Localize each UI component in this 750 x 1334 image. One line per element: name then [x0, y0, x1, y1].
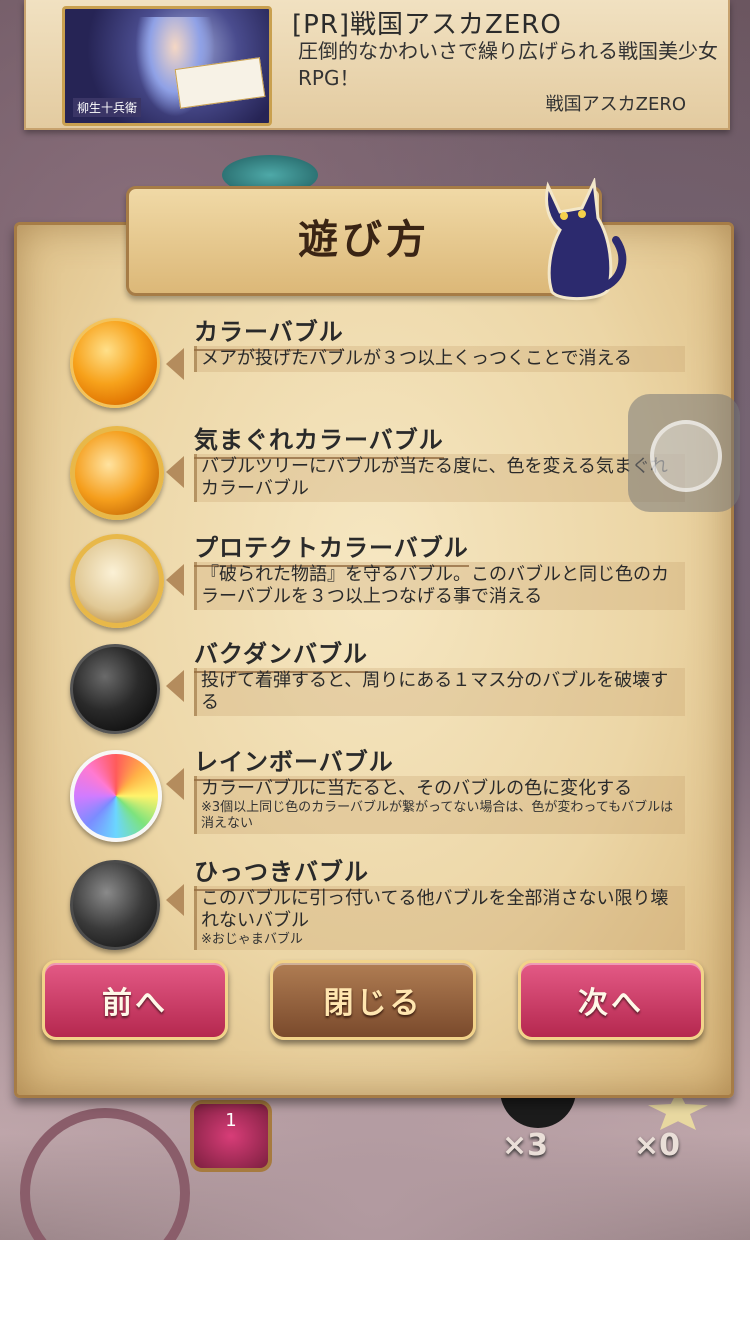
ad-description: 圧倒的なかわいさで繰り広げられる戦国美少女RPG！ [298, 39, 718, 90]
bubble-counter-value: 1 [225, 1110, 237, 1131]
bottom-bar [0, 1240, 750, 1334]
sticky-bubble-icon [70, 860, 160, 950]
pointer-arrow [166, 768, 184, 800]
bomb-bubble-icon [70, 644, 160, 734]
dialog-title: 遊び方 [298, 217, 430, 263]
item-description: 投げて着弾すると、周りにある１マス分のバブルを破壊する [194, 668, 685, 716]
item-note: ※おじゃまバブル [201, 932, 303, 947]
item-description-text: バブルツリーにバブルが当たる度に、色を変える気まぐれカラーバブル [201, 456, 668, 499]
black-cat-icon [545, 178, 627, 301]
ad-sponsor: 戦国アスカZERO [545, 94, 686, 115]
whimsical-bubble-icon [70, 426, 164, 520]
item-description: カラーバブルに当たると、そのバブルの色に変化する ※3個以上同じ色のカラーバブル… [194, 776, 685, 834]
ad-thumbnail[interactable]: 柳生十兵衛 [62, 6, 272, 126]
item-note: ※3個以上同じ色のカラーバブルが繋がってない場合は、色が変わってもバブルは消えな… [201, 800, 674, 831]
item-description-text: 『破られた物語』を守るバブル。このバブルと同じ色のカラーバブルを３つ以上つなげる… [201, 564, 669, 607]
pointer-arrow [166, 348, 184, 380]
assistive-touch-button[interactable] [628, 394, 740, 512]
ad-title[interactable]: [PR]戦国アスカZERO [292, 4, 562, 41]
item-description: メアが投げたバブルが３つ以上くっつくことで消える [194, 346, 685, 372]
assistive-touch-ring-icon [650, 420, 722, 492]
next-button[interactable]: 次へ [518, 960, 704, 1040]
item-description-text: このバブルに引っ付いてる他バブルを全部消さない限り壊れないバブル [201, 888, 669, 931]
pointer-arrow [166, 884, 184, 916]
item-description: バブルツリーにバブルが当たる度に、色を変える気まぐれカラーバブル [194, 454, 685, 502]
multiplier-left: ×3 [502, 1128, 549, 1163]
bubble-counter: 1 [190, 1100, 272, 1172]
item-description: 『破られた物語』を守るバブル。このバブルと同じ色のカラーバブルを３つ以上つなげる… [194, 562, 685, 610]
pointer-arrow [166, 456, 184, 488]
rainbow-bubble-icon [70, 750, 162, 842]
prev-button[interactable]: 前へ [42, 960, 228, 1040]
item-description-text: 投げて着弾すると、周りにある１マス分のバブルを破壊する [201, 670, 669, 713]
item-description-text: メアが投げたバブルが３つ以上くっつくことで消える [201, 348, 632, 369]
thumbnail-caption: 柳生十兵衛 [73, 98, 142, 117]
ad-banner[interactable]: 柳生十兵衛 [PR]戦国アスカZERO 圧倒的なかわいさで繰り広げられる戦国美少… [24, 0, 730, 130]
protect-bubble-icon [70, 534, 164, 628]
pointer-arrow [166, 564, 184, 596]
item-description: このバブルに引っ付いてる他バブルを全部消さない限り壊れないバブル ※おじゃまバブ… [194, 886, 685, 950]
item-description-text: カラーバブルに当たると、そのバブルの色に変化する [201, 778, 633, 799]
close-button[interactable]: 閉じる [270, 960, 476, 1040]
pointer-arrow [166, 670, 184, 702]
multiplier-right: ×0 [634, 1128, 681, 1163]
orange-bubble-icon [70, 318, 160, 408]
